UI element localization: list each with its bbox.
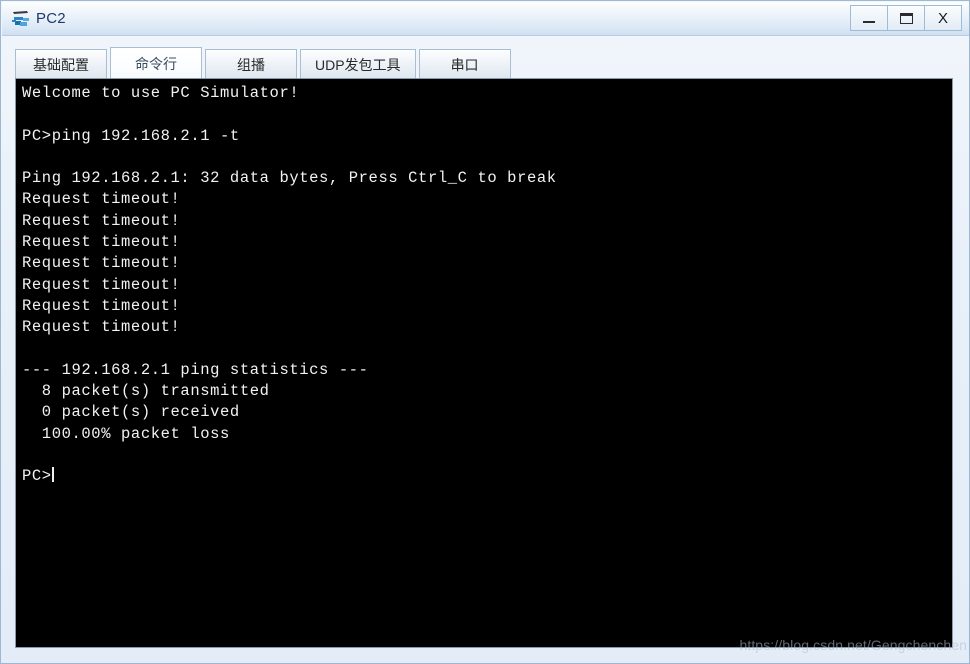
maximize-icon [899,12,913,24]
terminal-line: Request timeout! [22,254,181,273]
minimize-icon [863,21,875,23]
terminal-line: --- 192.168.2.1 ping statistics --- [22,360,369,379]
terminal-line: PC>ping 192.168.2.1 -t [22,126,240,145]
tab-multicast[interactable]: 组播 [205,49,297,79]
tab-serial-port[interactable]: 串口 [418,49,511,79]
close-button[interactable]: X [924,5,962,31]
pc2-window: PC2 X 基础配置 命令行 组播 UDP发包工具 串口 Welcome to … [0,0,970,664]
minimize-button[interactable] [850,5,888,31]
window-title: PC2 [36,10,66,27]
terminal-line: Request timeout! [22,296,181,315]
tab-command-line[interactable]: 命令行 [110,47,202,79]
window-controls: X [850,5,962,31]
terminal-line: Request timeout! [22,318,181,337]
terminal-line: Request timeout! [22,190,181,209]
terminal-line: PC> [22,467,54,486]
tab-label: 命令行 [135,55,177,72]
tab-strip: 基础配置 命令行 组播 UDP发包工具 串口 [15,47,514,79]
tab-label: 组播 [237,56,265,73]
terminal-frame: Welcome to use PC Simulator! PC>ping 192… [15,78,953,648]
terminal-line: Request timeout! [22,233,181,252]
tab-label: 串口 [450,56,479,73]
terminal-line: 100.00% packet loss [22,424,230,443]
terminal-line: Welcome to use PC Simulator! [22,84,300,102]
terminal-line: Ping 192.168.2.1: 32 data bytes, Press C… [22,169,557,188]
tab-label: 基础配置 [33,56,89,73]
terminal-line: 0 packet(s) received [22,403,240,422]
tab-label: UDP发包工具 [315,56,401,73]
terminal-output[interactable]: Welcome to use PC Simulator! PC>ping 192… [16,79,952,647]
maximize-button[interactable] [887,5,925,31]
terminal-line: Request timeout! [22,211,181,230]
tab-udp-tool[interactable]: UDP发包工具 [300,49,416,79]
terminal-line: Request timeout! [22,275,181,294]
pc-device-icon [10,8,32,30]
terminal-line: 8 packet(s) transmitted [22,382,270,401]
tab-basic-config[interactable]: 基础配置 [15,49,107,79]
title-bar: PC2 X [2,2,969,36]
close-icon: X [937,9,948,27]
terminal-cursor [51,467,54,483]
